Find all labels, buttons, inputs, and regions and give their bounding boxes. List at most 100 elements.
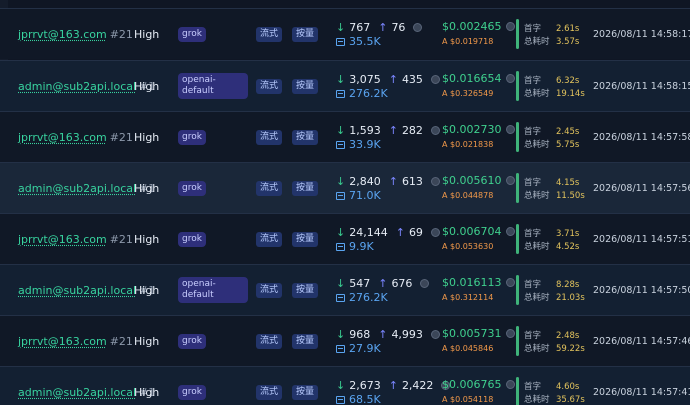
timestamp: 2026/08/11 14:57:58 [593,131,690,143]
billing-cell: 按量 [292,214,320,264]
output-tokens: 613 [401,175,423,188]
output-tokens: 76 [391,21,406,34]
cost-info-icon[interactable] [506,22,515,31]
cache-tokens-line: 33.9K [336,138,381,151]
token-info-icon[interactable] [430,177,440,186]
token-io: ↓ 3,075 ↑ 435 [336,73,440,86]
first-token-label: 首字 [524,127,542,137]
cost-cell: $0.005610 A $0.044878 [442,163,515,213]
timestamp: 2026/08/11 14:57:50 [593,284,690,296]
billing-tag: 按量 [292,384,319,400]
first-token-label: 首字 [524,76,542,86]
input-tokens: 767 [349,21,371,34]
cache-tokens-line: 276.2K [336,87,388,100]
timing-cell: 首字 4.60s 总耗时 35.67s [516,367,588,405]
group-badge: grok [178,26,206,42]
timing-cell: 首字 8.28s 总耗时 21.03s [516,265,588,315]
table-row[interactable]: jprrvt@163.com #21 High grok 流式 按量 ↓ 1,5… [0,111,690,162]
user-email-link[interactable]: admin@sub2api.local [18,80,136,93]
group-badge: grok [178,333,206,349]
token-info-icon[interactable] [430,330,440,339]
account-id: #21 [109,130,133,144]
cost-info-icon[interactable] [506,125,515,134]
output-arrow-icon: ↑ [395,226,405,239]
cache-tokens-line: 68.5K [336,393,381,405]
group-badge: grok [178,384,206,400]
cost-cell: $0.016113 A $0.312114 [442,265,515,315]
token-io: ↓ 2,673 ↑ 2,422 [336,379,451,392]
table-row[interactable]: jprrvt@163.com #21 High grok 流式 按量 ↓ 968… [0,315,690,366]
account-id: #21 [109,334,133,348]
table-row[interactable]: admin@sub2api.local #1 High grok 流式 按量 ↓… [0,366,690,405]
user-email-link[interactable]: admin@sub2api.local [18,284,136,297]
cost-info-icon[interactable] [506,227,515,236]
tokens-cell: ↓ 2,840 ↑ 613 71.0K [336,163,440,213]
total-time: 35.67s [556,395,585,405]
cost-info-icon[interactable] [506,380,515,389]
input-arrow-icon: ↓ [336,379,346,392]
total-time: 19.14s [556,89,585,99]
billing-cell: 按量 [292,9,320,59]
table-row[interactable]: jprrvt@163.com #21 High grok 流式 按量 ↓ 767… [0,8,690,59]
token-info-icon[interactable] [430,75,440,84]
cache-tokens-line: 9.9K [336,240,374,253]
table-row[interactable]: admin@sub2api.local #1 High openai-defau… [0,60,690,111]
token-info-icon[interactable] [430,126,440,135]
token-info-icon[interactable] [420,279,430,288]
timestamp: 2026/08/11 14:57:46 [593,335,690,347]
token-io: ↓ 968 ↑ 4,993 [336,328,440,341]
timing-cell: 首字 2.61s 总耗时 3.57s [516,9,588,59]
first-token-line: 首字 3.71s [524,227,579,239]
output-tokens: 282 [401,124,423,137]
timing-bar [516,377,519,405]
cost-info-icon[interactable] [506,176,515,185]
billing-cell: 按量 [292,316,320,366]
cache-tokens: 276.2K [349,291,388,304]
total-time-line: 总耗时 21.03s [524,291,585,303]
token-io: ↓ 547 ↑ 676 [336,277,430,290]
user-email-link[interactable]: jprrvt@163.com [18,28,107,41]
billing-tag: 按量 [292,129,319,145]
table-row[interactable]: admin@sub2api.local #1 High grok 流式 按量 ↓… [0,162,690,213]
table-row[interactable]: jprrvt@163.com #21 High grok 流式 按量 ↓ 24,… [0,213,690,264]
first-token-line: 首字 2.45s [524,125,579,137]
group-badge: grok [178,180,206,196]
input-arrow-icon: ↓ [336,175,346,188]
cost-value: $0.005610 [442,174,502,187]
table-row[interactable]: admin@sub2api.local #1 High openai-defau… [0,264,690,315]
user-email-link[interactable]: jprrvt@163.com [18,335,107,348]
user-email-link[interactable]: jprrvt@163.com [18,233,107,246]
cost-cell: $0.006765 A $0.054118 [442,367,515,405]
cache-tokens: 33.9K [349,138,381,151]
user-cell: jprrvt@163.com #21 [18,112,133,162]
user-email-link[interactable]: jprrvt@163.com [18,131,107,144]
first-token-line: 首字 4.15s [524,176,579,188]
billing-cell: 按量 [292,61,320,111]
cost-info-icon[interactable] [506,74,515,83]
timing-bar [516,173,519,203]
stream-tag: 流式 [256,384,283,400]
first-token-time: 2.48s [556,331,580,341]
user-email-link[interactable]: admin@sub2api.local [18,182,136,195]
timing-bar [516,71,519,101]
group-cell: grok [178,316,248,366]
cost-info-icon[interactable] [506,278,515,287]
user-email-link[interactable]: admin@sub2api.local [18,386,136,399]
stream-tag: 流式 [256,26,283,42]
timing-bar [516,19,519,49]
level-cell: High [134,283,160,297]
cost-cell: $0.002465 A $0.019718 [442,9,515,59]
output-arrow-icon: ↑ [378,277,388,290]
cost-info-icon[interactable] [506,329,515,338]
input-tokens: 968 [349,328,371,341]
total-time: 5.75s [556,140,580,150]
token-info-icon[interactable] [413,23,423,32]
group-badge: grok [178,231,206,247]
token-info-icon[interactable] [430,228,440,237]
output-arrow-icon: ↑ [388,73,398,86]
total-time: 21.03s [556,293,585,303]
stream-cell: 流式 [256,163,288,213]
stream-tag: 流式 [256,129,283,145]
billing-cell: 按量 [292,265,320,315]
billing-tag: 按量 [292,26,319,42]
